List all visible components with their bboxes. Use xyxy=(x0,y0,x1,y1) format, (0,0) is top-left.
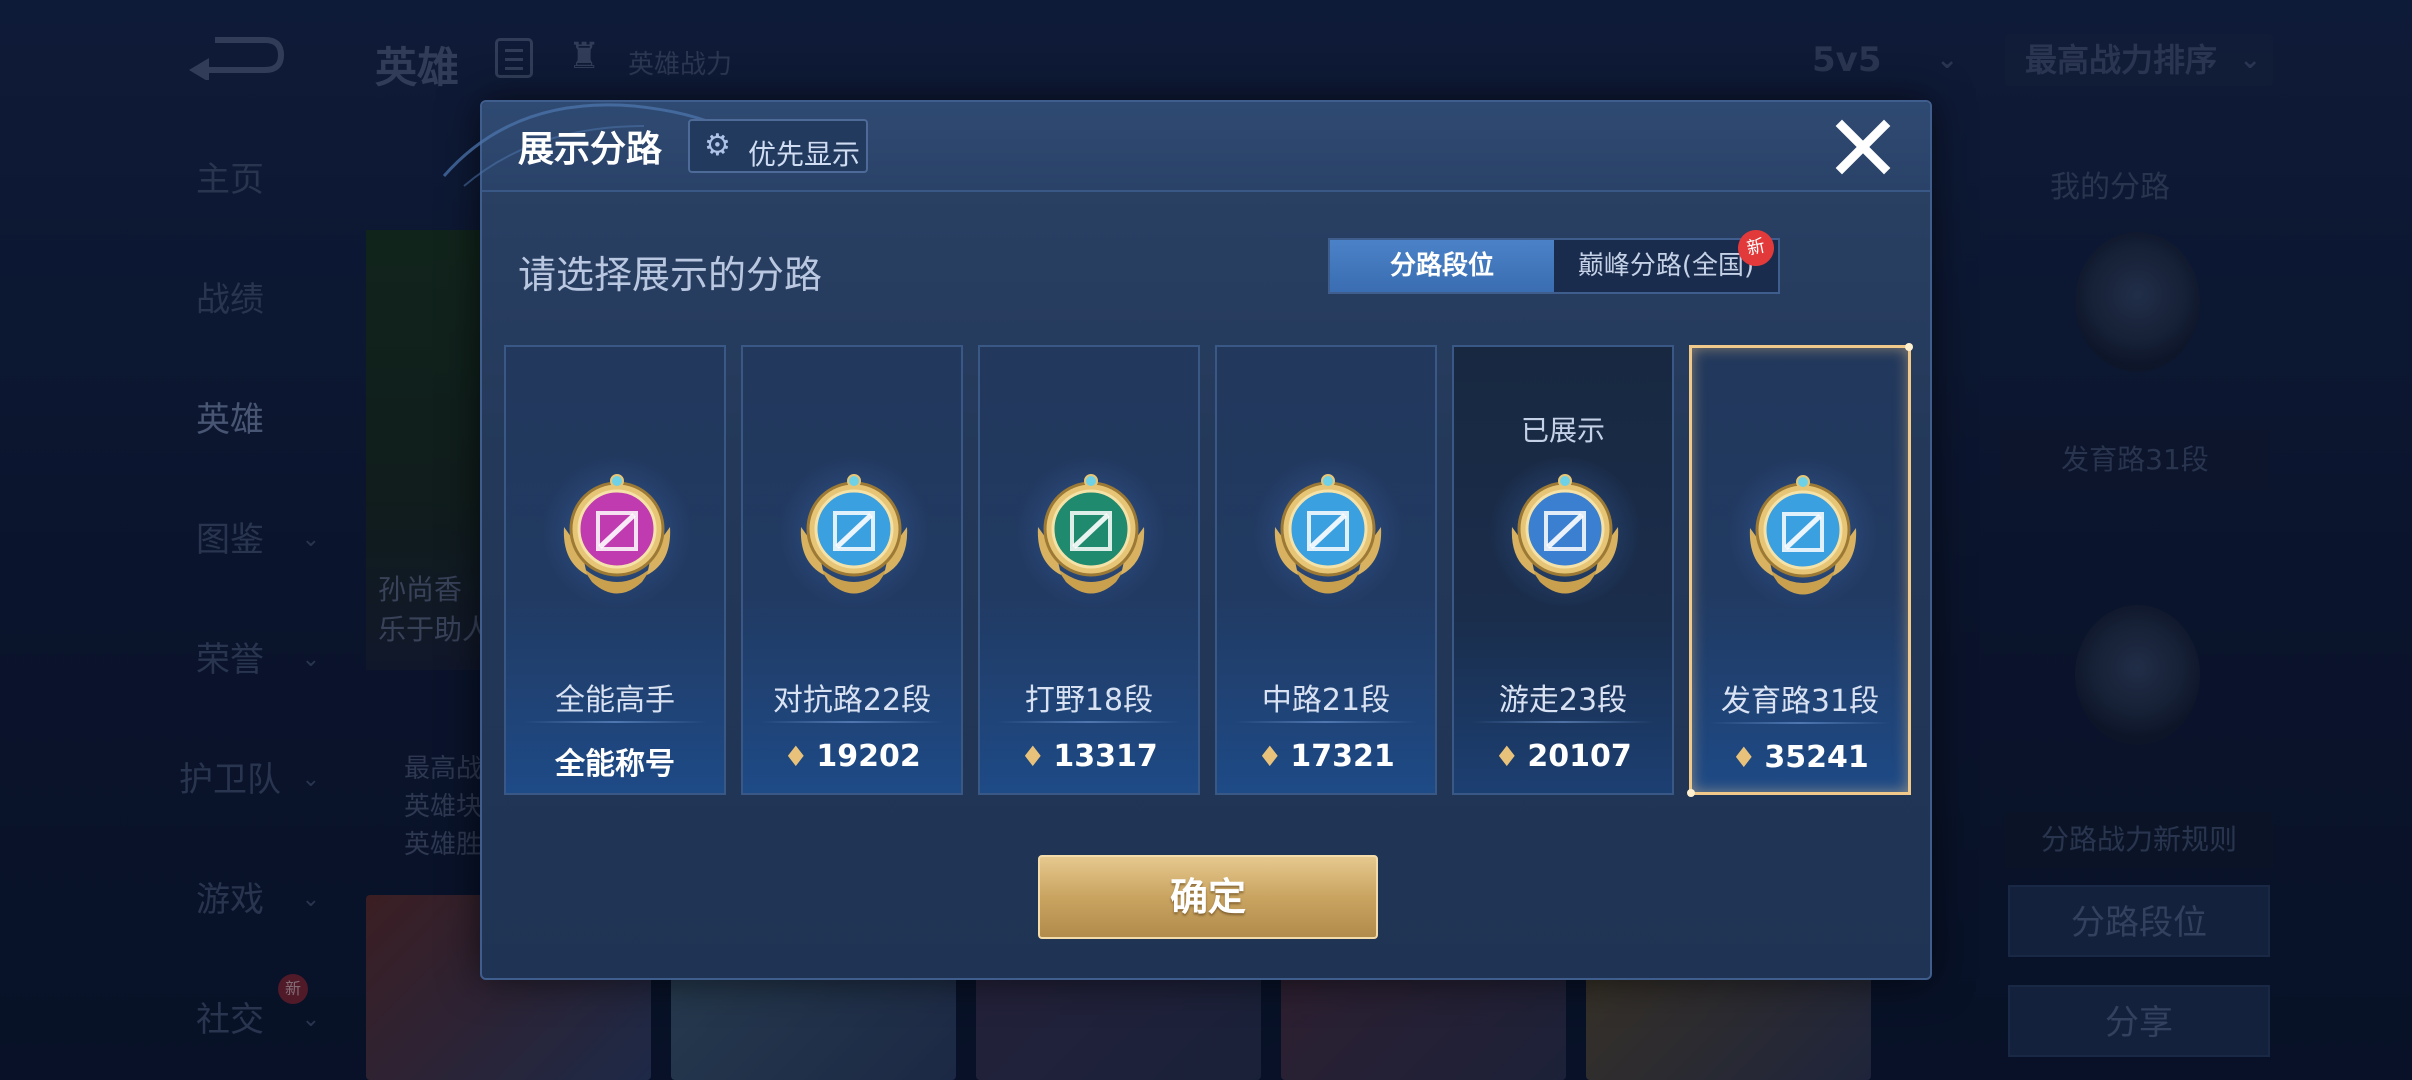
lane-card[interactable]: 中路21段 ♦ 17321 xyxy=(1215,345,1437,795)
power-icon: ♦ xyxy=(1494,740,1520,773)
all-round-badge-icon xyxy=(542,457,692,607)
clash-lane-badge-icon xyxy=(779,457,929,607)
divider xyxy=(998,721,1180,723)
dialog-title: 展示分路 xyxy=(518,129,663,170)
lane-power-score: ♦ 17321 xyxy=(1217,739,1435,774)
divider xyxy=(1235,721,1417,723)
priority-display-label: 优先显示 xyxy=(748,138,861,171)
divider xyxy=(761,721,943,723)
divider xyxy=(524,721,706,723)
tab-peak-lane-label: 巅峰分路(全国) xyxy=(1577,251,1755,281)
tab-peak-lane[interactable]: 巅峰分路(全国) 新 xyxy=(1554,226,1778,292)
tab-lane-rank[interactable]: 分路段位 xyxy=(1330,240,1554,292)
power-icon: ♦ xyxy=(1020,740,1046,773)
confirm-button[interactable]: 确定 xyxy=(1038,855,1378,939)
lane-score-value: 13317 xyxy=(1053,739,1158,774)
lane-card[interactable]: 发育路31段 ♦ 35241 xyxy=(1687,343,1913,797)
close-button[interactable] xyxy=(1832,116,1894,178)
roam-wings-badge-icon xyxy=(1490,457,1640,607)
lane-card-list: 全能高手 全能称号 对抗路22段 ♦ 19202 打野18段 ♦ 13317 中路21段 ♦ 173… xyxy=(504,343,1914,797)
priority-display-button[interactable]: ⚙ 优先显示 xyxy=(688,119,868,173)
lane-score-value: 20107 xyxy=(1527,739,1632,774)
lane-score-value: 35241 xyxy=(1764,740,1869,775)
lane-card[interactable]: 已展示游走23段 ♦ 20107 xyxy=(1452,345,1674,795)
lane-score-value: 17321 xyxy=(1290,739,1395,774)
close-icon xyxy=(1835,119,1891,175)
mid-lane-badge-icon xyxy=(1253,457,1403,607)
power-icon: ♦ xyxy=(783,740,809,773)
farm-lane-badge-icon xyxy=(1728,458,1878,608)
lane-name: 对抗路22段 xyxy=(772,683,932,718)
lane-score-value: 19202 xyxy=(816,739,921,774)
lane-name: 游走23段 xyxy=(1498,683,1628,718)
display-lane-dialog: 展示分路 ⚙ 优先显示 请选择展示的分路 分路段位 巅峰分路(全国) 新 全能高… xyxy=(442,100,1932,980)
lane-name: 中路21段 xyxy=(1261,683,1391,718)
lane-power-score: ♦ 20107 xyxy=(1454,739,1672,774)
power-icon: ♦ xyxy=(1257,740,1283,773)
selection-corner-dot xyxy=(1905,343,1913,351)
lane-power-score: ♦ 13317 xyxy=(980,739,1198,774)
lane-card[interactable]: 对抗路22段 ♦ 19202 xyxy=(741,345,963,795)
lane-name: 打野18段 xyxy=(1024,683,1154,718)
lane-name: 全能高手 xyxy=(555,683,675,718)
lane-score-value: 全能称号 xyxy=(555,747,675,782)
dialog-subtitle: 请选择展示的分路 xyxy=(518,253,823,297)
power-icon: ♦ xyxy=(1731,741,1757,774)
jungle-dragon-badge-icon xyxy=(1016,457,1166,607)
lane-card[interactable]: 打野18段 ♦ 13317 xyxy=(978,345,1200,795)
lane-name: 发育路31段 xyxy=(1720,684,1880,719)
lane-power-score: ♦ 35241 xyxy=(1692,740,1908,775)
gear-icon: ⚙ xyxy=(704,128,731,163)
lane-tab-group: 分路段位 巅峰分路(全国) 新 xyxy=(1328,226,1780,294)
displayed-status-label: 已展示 xyxy=(1520,414,1605,447)
lane-power-score: ♦ 19202 xyxy=(743,739,961,774)
dialog-header: 展示分路 ⚙ 优先显示 xyxy=(442,102,1930,192)
divider xyxy=(1710,722,1890,724)
lane-card[interactable]: 全能高手 全能称号 xyxy=(504,345,726,795)
lane-power-score: 全能称号 xyxy=(506,739,724,783)
selection-corner-dot xyxy=(1687,789,1695,797)
divider xyxy=(1472,721,1654,723)
